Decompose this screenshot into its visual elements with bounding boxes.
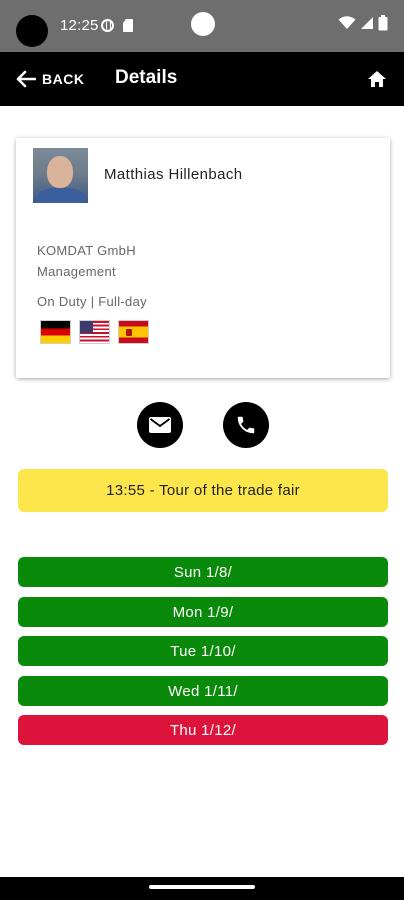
page-title: Details xyxy=(115,67,178,88)
company-name: KOMDAT GmbH xyxy=(37,243,136,258)
day-button-mon[interactable]: Mon 1/9/ xyxy=(18,597,388,627)
cell-signal-icon xyxy=(361,17,373,29)
day-button-tue[interactable]: Tue 1/10/ xyxy=(18,636,388,666)
back-label: BACK xyxy=(42,71,85,87)
wifi-icon xyxy=(338,16,356,29)
system-nav-bar xyxy=(0,877,404,900)
department: Management xyxy=(37,264,116,279)
home-indicator[interactable] xyxy=(149,885,255,889)
flag-usa-icon xyxy=(79,320,110,344)
camera-cutout xyxy=(16,15,48,47)
arrow-left-icon xyxy=(16,70,36,88)
app-bar: BACK Details xyxy=(0,52,404,106)
language-flags xyxy=(40,320,149,344)
contact-card: Matthias Hillenbach KOMDAT GmbH Manageme… xyxy=(16,138,390,378)
contact-name: Matthias Hillenbach xyxy=(104,166,243,183)
flag-germany-icon xyxy=(40,320,71,344)
battery-icon xyxy=(378,15,388,31)
phone-button[interactable] xyxy=(223,402,269,448)
sim-card-icon xyxy=(123,19,133,32)
home-icon xyxy=(368,71,386,87)
day-button-wed[interactable]: Wed 1/11/ xyxy=(18,676,388,706)
vpn-globe-icon xyxy=(101,19,114,32)
back-button[interactable]: BACK xyxy=(16,64,84,94)
status-bar: 12:25 xyxy=(0,0,404,52)
avatar xyxy=(33,148,88,203)
event-banner[interactable]: 13:55 - Tour of the trade fair xyxy=(18,469,388,512)
status-time: 12:25 xyxy=(60,17,99,34)
flag-spain-icon xyxy=(118,320,149,344)
day-button-thu[interactable]: Thu 1/12/ xyxy=(18,715,388,745)
day-button-sun[interactable]: Sun 1/8/ xyxy=(18,557,388,587)
front-camera xyxy=(191,12,215,36)
home-button[interactable] xyxy=(364,66,390,92)
mail-icon xyxy=(149,417,171,433)
phone-icon xyxy=(237,416,255,434)
duty-status: On Duty | Full-day xyxy=(37,294,147,309)
email-button[interactable] xyxy=(137,402,183,448)
